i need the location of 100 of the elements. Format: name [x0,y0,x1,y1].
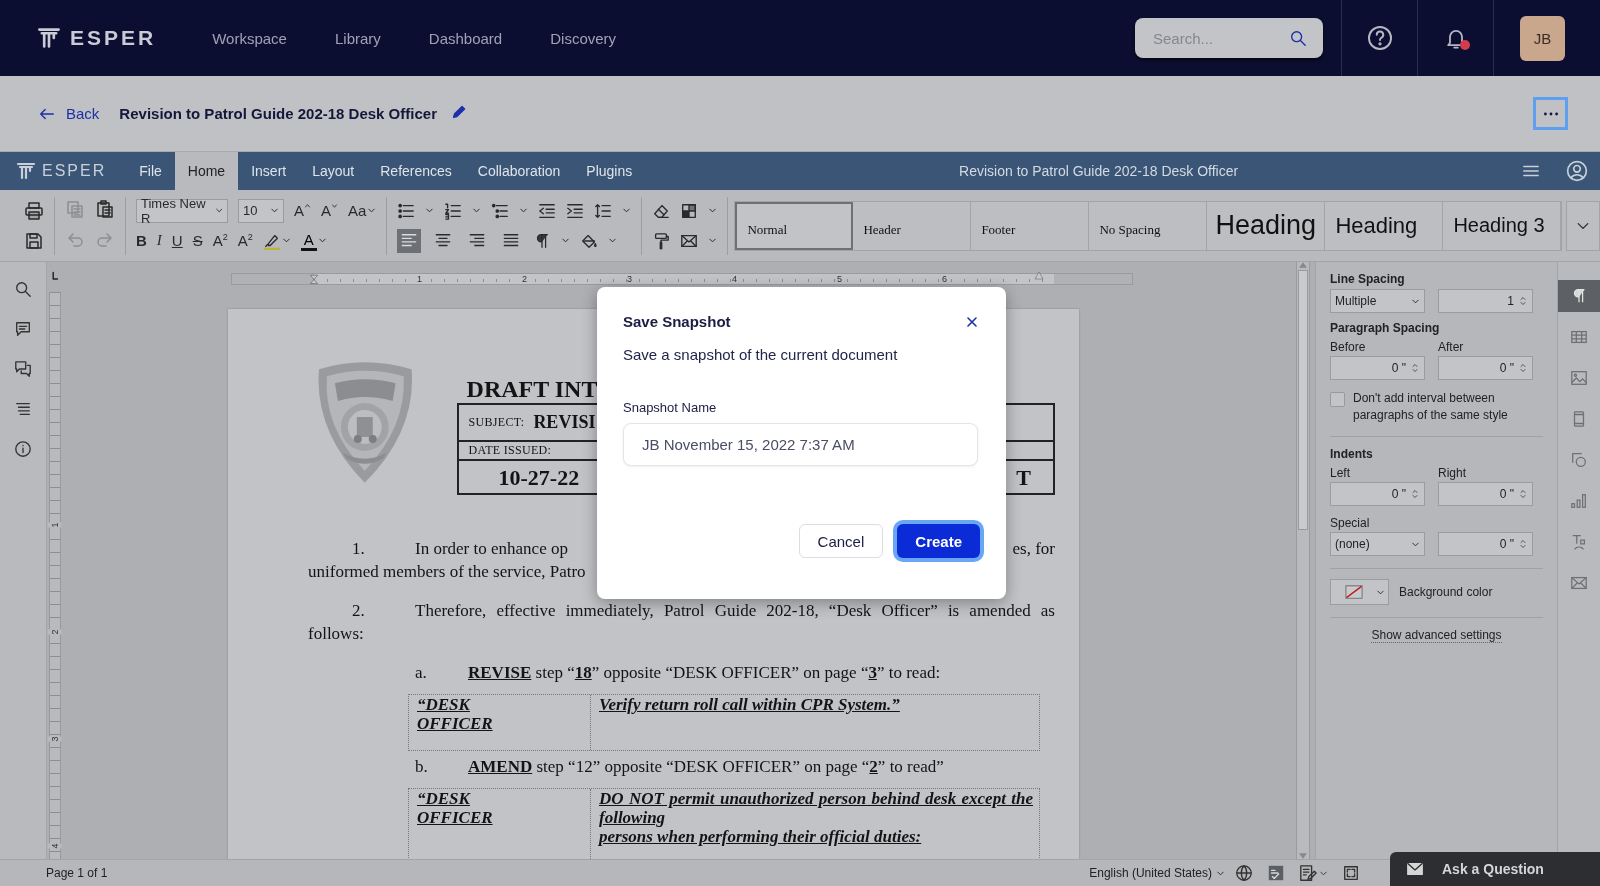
search-field[interactable]: Search... [1135,18,1323,58]
menu-tab[interactable]: File [126,152,175,190]
superscript-button[interactable]: A$^{2}$ [212,232,228,249]
shrink-font-button[interactable]: A [321,202,339,219]
number-field[interactable]: 0 " [1438,356,1533,380]
multilevel-list-icon[interactable] [491,201,510,220]
underline-button[interactable]: U [171,232,183,249]
search-icon[interactable] [14,280,32,298]
field-label: Before [1330,340,1367,354]
caret-icon[interactable] [367,206,377,215]
stepper-icon[interactable] [1410,487,1420,501]
caret-icon[interactable] [622,206,632,215]
language-select[interactable]: English (United States) [1089,866,1225,880]
grow-font-button[interactable]: A [294,202,311,219]
stepper-icon[interactable] [1518,537,1528,551]
bold-button[interactable]: B [136,232,147,249]
style-option[interactable]: Header [853,201,972,250]
number-field[interactable]: 0 " [1438,482,1533,506]
paste-icon[interactable] [95,198,115,219]
nav-link[interactable]: Library [334,29,381,47]
nav-link[interactable]: Dashboard [428,29,503,47]
stepper-icon[interactable] [1518,487,1528,501]
style-option[interactable]: Footer [971,201,1090,250]
number-field[interactable]: 1 [1438,289,1533,313]
numbered-list-icon[interactable] [444,201,463,220]
caret-icon[interactable] [608,236,618,245]
shading-icon[interactable] [680,201,699,220]
caret-icon[interactable] [519,206,529,215]
globe-icon[interactable] [1235,864,1253,882]
line-spacing-icon[interactable] [594,201,613,220]
table-cell: 10-27-22 [498,465,580,489]
font-size-select[interactable]: 10 [238,198,284,223]
caret-icon[interactable] [472,206,482,215]
ruler-number: 4 [48,843,62,849]
bullet-list-icon[interactable] [397,201,416,220]
tab-stop-icon[interactable] [49,270,61,282]
ruler[interactable]: 1 2 3 4 5 6 [231,273,1133,285]
dropdown[interactable]: (none) [1330,532,1425,556]
dropdown[interactable]: Multiple [1330,289,1425,313]
info-icon[interactable] [14,440,32,458]
advanced-settings-link[interactable]: Show advanced settings [1371,628,1502,643]
avatar[interactable]: JB [1520,15,1565,61]
style-option[interactable]: Heading [1325,201,1444,250]
menu-tab[interactable]: Home [174,152,239,190]
caret-icon[interactable] [281,236,291,245]
track-changes-icon[interactable] [1299,864,1317,882]
ask-question-button[interactable]: Ask a Question [1390,852,1600,886]
panel-tab[interactable] [1558,280,1600,312]
print-icon[interactable] [24,200,44,221]
style-option[interactable]: No Spacing [1089,201,1208,250]
help-icon[interactable] [1366,25,1393,51]
caret-icon[interactable] [425,206,435,215]
stepper-icon[interactable] [1518,294,1528,308]
stepper-icon[interactable] [1410,361,1420,375]
fit-page-icon[interactable] [1342,864,1360,882]
checkbox[interactable] [1330,392,1345,407]
number-field[interactable]: 0 " [1330,356,1425,380]
caret-icon[interactable] [317,236,327,245]
nav-link[interactable]: Workspace [212,29,287,47]
outdent-icon[interactable] [538,201,557,220]
shape-icon [1570,451,1588,469]
menu-tab[interactable]: Insert [238,152,300,190]
number-field[interactable]: 0 " [1330,482,1425,506]
strikethrough-button[interactable]: S [192,232,203,249]
font-select[interactable]: Times New R [136,198,228,223]
indent-icon[interactable] [566,201,585,220]
back-link[interactable]: Back [38,104,100,123]
format-painter-icon[interactable] [652,231,671,250]
caret-icon[interactable] [214,206,223,215]
align-left-icon[interactable] [397,228,422,253]
search-icon[interactable] [1289,29,1307,47]
menu-tab[interactable]: Collaboration [464,152,574,190]
logo-icon [16,161,36,181]
cancel-button[interactable]: Cancel [798,524,884,558]
nav-link[interactable]: Discovery [550,29,617,47]
italic-button[interactable]: I [156,232,162,249]
menu-tab[interactable]: Plugins [573,152,646,190]
change-case-button[interactable]: Aa [348,202,367,219]
menu-tab[interactable]: Layout [299,152,368,190]
text-field[interactable]: JB November 15, 2022 7:37 AM [623,423,978,466]
style-option[interactable]: Heading [1207,201,1326,250]
comment-icon[interactable] [14,320,32,338]
user-icon[interactable] [1566,160,1588,182]
stepper-icon[interactable] [1518,361,1528,375]
caret-icon[interactable] [708,206,718,215]
pencil-icon[interactable] [450,103,468,120]
save-icon[interactable] [24,230,44,251]
text-art-icon [1570,533,1588,551]
caret-icon[interactable] [270,206,279,215]
caret-icon[interactable] [708,236,718,245]
caret-icon[interactable] [561,236,571,245]
style-option[interactable]: Normal [735,201,854,250]
spellcheck-icon[interactable] [1267,864,1285,882]
menu-tab[interactable]: References [367,152,465,190]
number-field[interactable]: 0 " [1438,532,1533,556]
style-option[interactable]: Heading 3 [1443,201,1562,250]
navigation-icon[interactable] [14,400,32,418]
font-color-button[interactable]: A [300,230,317,251]
indent-marker-icon[interactable] [1034,270,1044,280]
comments-icon[interactable] [14,360,32,378]
